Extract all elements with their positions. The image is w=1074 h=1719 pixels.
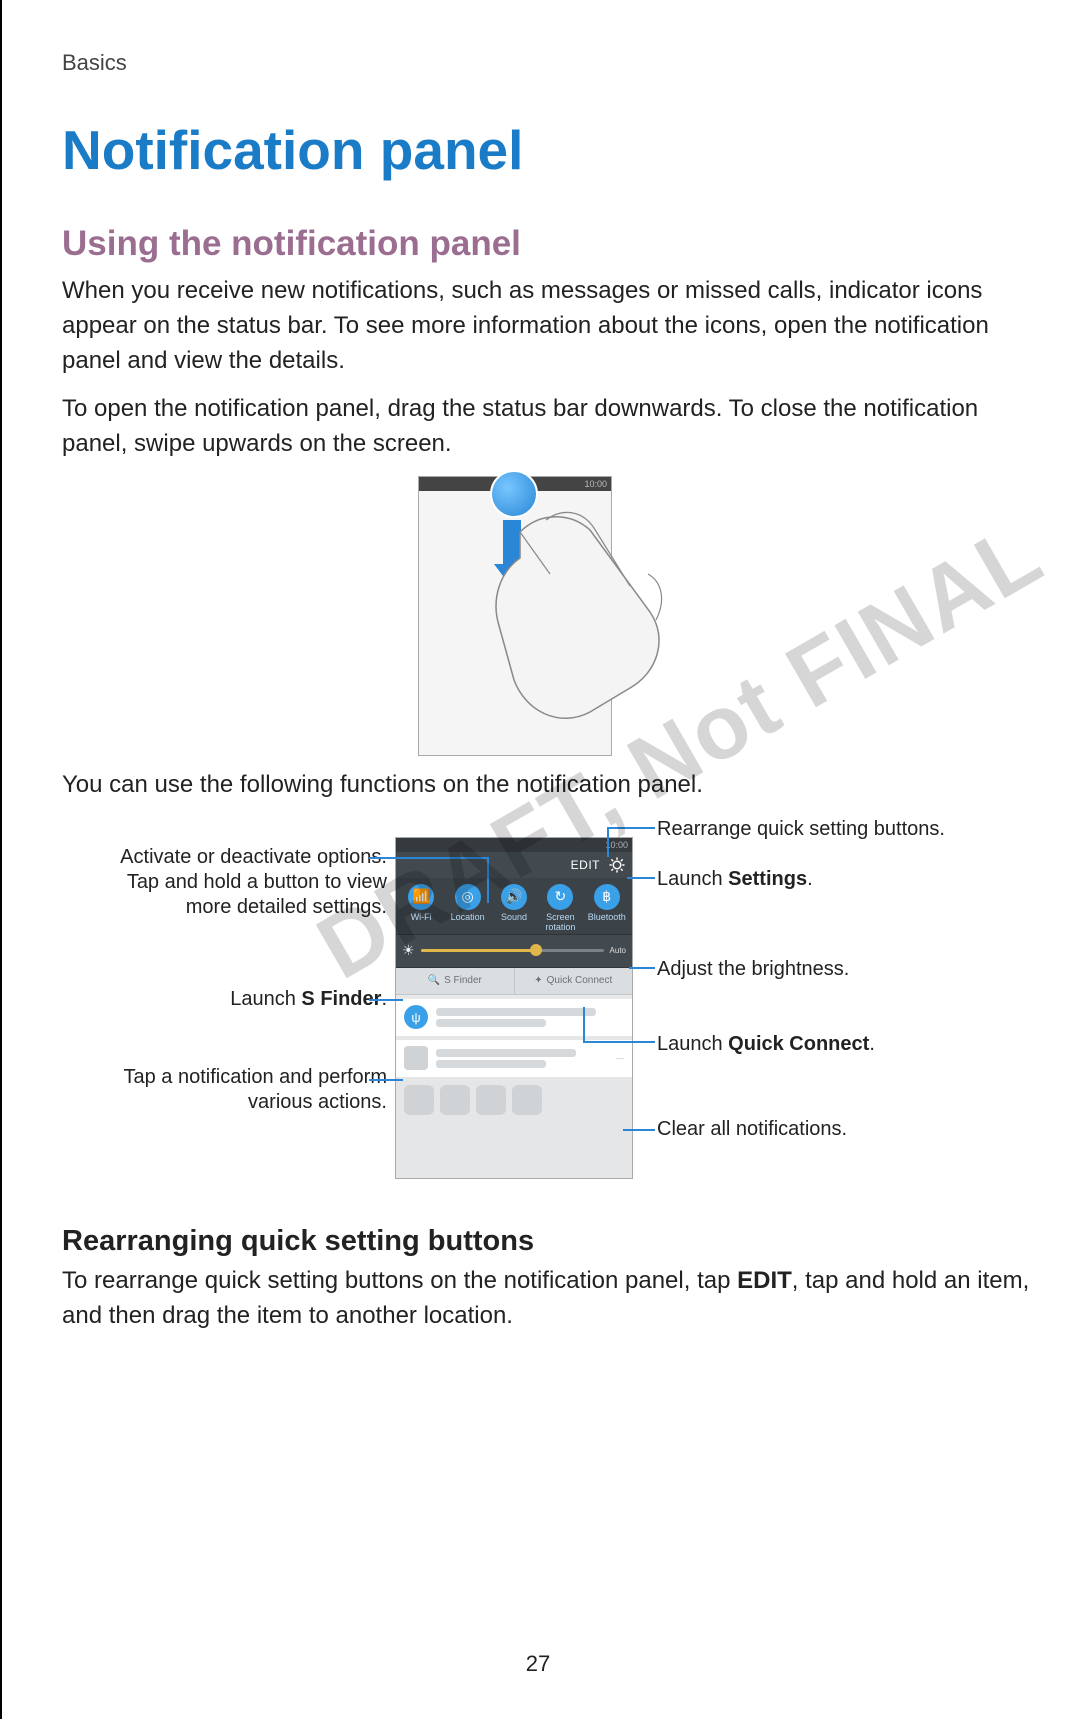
notification-item[interactable]: ψ <box>396 999 632 1036</box>
quick-toggle-location[interactable]: ◎Location <box>447 884 489 932</box>
header-section-label: Basics <box>62 50 1032 76</box>
bluetooth-icon: ฿ <box>594 884 620 910</box>
quick-settings-row: 📶Wi-Fi ◎Location 🔊Sound ↻Screen rotation… <box>396 878 632 934</box>
page-number: 27 <box>2 1651 1074 1677</box>
paragraph-functions: You can use the following functions on t… <box>62 768 1032 803</box>
paragraph-intro-2: To open the notification panel, drag the… <box>62 392 1032 462</box>
callout-clear: Clear all notifications. <box>657 1117 1007 1142</box>
quick-toggle-rotation[interactable]: ↻Screen rotation <box>539 884 581 932</box>
callout-quick-connect: Launch Quick Connect. <box>657 1032 1007 1057</box>
paragraph-intro-1: When you receive new notifications, such… <box>62 274 1032 378</box>
status-time: 10:00 <box>584 479 607 489</box>
sound-icon: 🔊 <box>501 884 527 910</box>
paragraph-rearranging: To rearrange quick setting buttons on th… <box>62 1264 1032 1334</box>
gear-icon[interactable] <box>608 856 626 874</box>
edit-button[interactable]: EDIT <box>563 858 608 872</box>
figure-swipe-gesture: 10:00 <box>418 476 676 754</box>
status-bar: 10:00 <box>396 838 632 852</box>
usb-icon: ψ <box>404 1005 428 1029</box>
subsection-heading-rearranging: Rearranging quick setting buttons <box>62 1225 1032 1258</box>
phone-mockup: 10:00 EDIT 📶Wi-Fi ◎Location 🔊Sound ↻Scre… <box>395 837 633 1179</box>
callout-notification-tap: Tap a notification and perform various a… <box>87 1065 387 1115</box>
brightness-row: ☀ Auto <box>396 934 632 968</box>
wifi-icon: 📶 <box>408 884 434 910</box>
callout-brightness: Adjust the brightness. <box>657 957 1007 982</box>
callout-settings: Launch Settings. <box>657 867 1007 892</box>
clear-button[interactable]: ✖ Clear <box>579 1178 626 1179</box>
notifications-area: ψ — ✖ Clear <box>396 999 632 1179</box>
brightness-icon: ☀ <box>402 942 415 959</box>
finder-row: 🔍S Finder ✦Quick Connect <box>396 968 632 995</box>
panel-header: EDIT <box>396 852 632 878</box>
rotation-icon: ↻ <box>547 884 573 910</box>
callout-rearrange: Rearrange quick setting buttons. <box>657 817 1007 842</box>
image-icon <box>404 1046 428 1070</box>
quick-toggle-wifi[interactable]: 📶Wi-Fi <box>400 884 442 932</box>
quick-connect-icon: ✦ <box>534 975 542 986</box>
brightness-auto-toggle[interactable]: Auto <box>610 946 626 955</box>
figure-annotated-panel: 10:00 EDIT 📶Wi-Fi ◎Location 🔊Sound ↻Scre… <box>67 817 1027 1197</box>
callout-sfinder: Launch S Finder. <box>87 987 387 1012</box>
callout-activate-options: Activate or deactivate options. Tap and … <box>87 845 387 920</box>
notification-item[interactable]: — <box>396 1040 632 1077</box>
s-finder-button[interactable]: 🔍S Finder <box>396 968 515 994</box>
section-heading-using: Using the notification panel <box>62 224 1032 264</box>
brightness-slider[interactable] <box>421 949 604 952</box>
quick-toggle-sound[interactable]: 🔊Sound <box>493 884 535 932</box>
search-icon: 🔍 <box>428 975 440 986</box>
page-title: Notification panel <box>62 118 1032 182</box>
location-icon: ◎ <box>455 884 481 910</box>
apps-row <box>396 1081 632 1115</box>
hand-icon <box>480 502 680 722</box>
quick-connect-button[interactable]: ✦Quick Connect <box>515 968 633 994</box>
quick-toggle-bluetooth[interactable]: ฿Bluetooth <box>586 884 628 932</box>
